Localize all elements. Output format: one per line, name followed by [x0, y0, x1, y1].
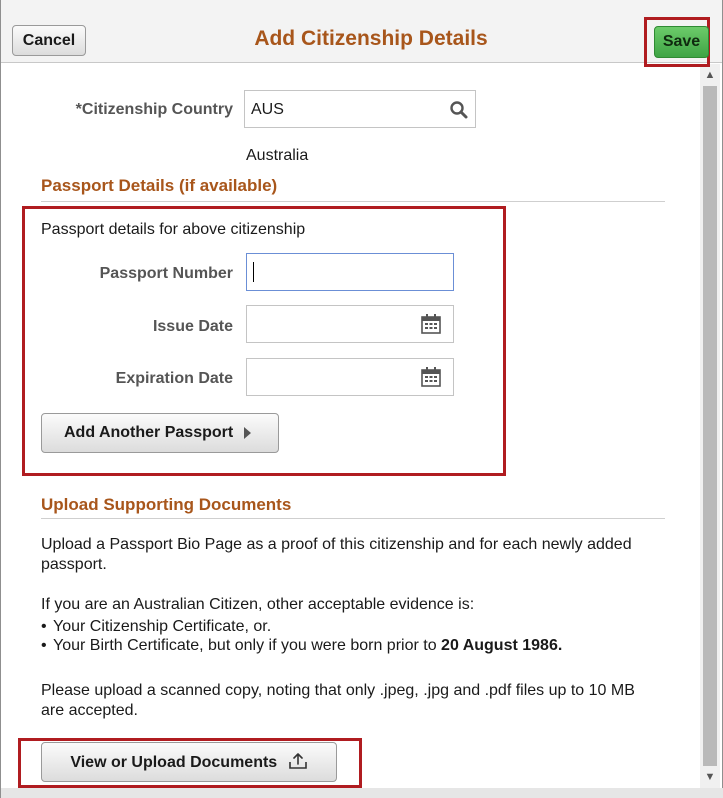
scroll-up-arrow-icon[interactable]: ▲ — [700, 66, 720, 84]
view-upload-documents-button[interactable]: View or Upload Documents — [41, 742, 337, 782]
passport-number-input[interactable] — [246, 253, 454, 291]
passport-section-divider — [41, 201, 665, 202]
passport-section-title: Passport Details (if available) — [41, 176, 278, 195]
chevron-right-icon — [243, 426, 251, 439]
scroll-thumb[interactable] — [703, 86, 717, 766]
evidence-list: Your Citizenship Certificate, or. Your B… — [41, 617, 661, 655]
view-upload-documents-label: View or Upload Documents — [70, 754, 278, 771]
list-item: Your Birth Certificate, but only if you … — [41, 636, 661, 655]
upload-instructions-text: Upload a Passport Bio Page as a proof of… — [41, 536, 632, 573]
calendar-icon[interactable] — [420, 313, 442, 335]
cancel-button[interactable]: Cancel — [12, 25, 86, 56]
citizenship-country-description: Australia — [246, 147, 309, 164]
calendar-icon[interactable] — [420, 366, 442, 388]
add-another-passport-label: Add Another Passport — [64, 424, 234, 441]
citizenship-country-label: *Citizenship Country — [75, 101, 233, 118]
upload-section-divider — [41, 518, 665, 519]
modal-header: Cancel Add Citizenship Details — [1, 0, 722, 63]
save-button[interactable]: Save — [654, 26, 709, 58]
upload-icon — [288, 753, 307, 769]
file-requirements-text: Please upload a scanned copy, noting tha… — [41, 682, 635, 719]
search-icon[interactable] — [449, 100, 469, 120]
upload-section-title: Upload Supporting Documents — [41, 495, 292, 514]
page-title: Add Citizenship Details — [254, 27, 488, 50]
issue-date-label: Issue Date — [152, 318, 233, 335]
add-citizenship-modal: Cancel Add Citizenship Details Save *Cit… — [0, 0, 723, 798]
vertical-scrollbar[interactable]: ▲ ▼ — [700, 64, 720, 788]
citizenship-country-value: AUS — [251, 101, 284, 118]
bottom-edge — [1, 788, 723, 798]
scroll-down-arrow-icon[interactable]: ▼ — [700, 768, 720, 786]
expiration-date-input[interactable] — [246, 358, 454, 396]
passport-number-label: Passport Number — [99, 265, 233, 282]
expiration-date-label: Expiration Date — [115, 370, 233, 387]
add-another-passport-button[interactable]: Add Another Passport — [41, 413, 279, 453]
issue-date-input[interactable] — [246, 305, 454, 343]
acceptable-evidence-text: If you are an Australian Citizen, other … — [41, 596, 475, 613]
text-cursor — [253, 262, 254, 282]
cutoff-date: 20 August 1986. — [441, 637, 563, 654]
passport-intro-text: Passport details for above citizenship — [41, 221, 306, 238]
list-item: Your Citizenship Certificate, or. — [41, 617, 661, 636]
list-item-text: Your Birth Certificate, but only if you … — [53, 637, 442, 654]
citizenship-country-input[interactable]: AUS — [244, 90, 476, 128]
